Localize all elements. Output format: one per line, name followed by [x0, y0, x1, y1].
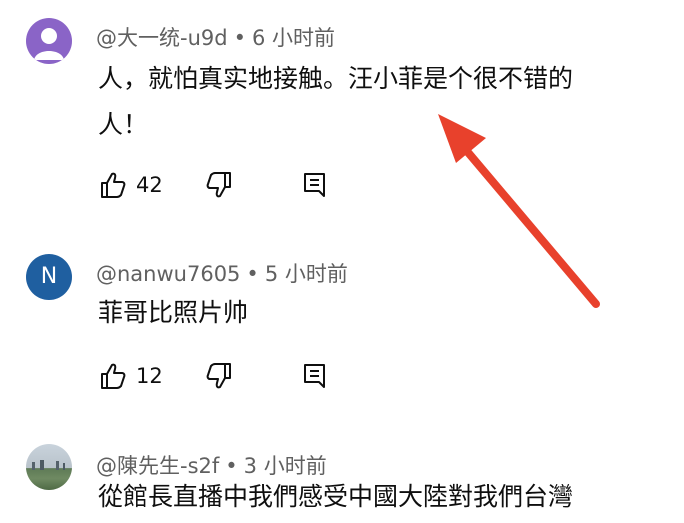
thumbs-down-icon — [206, 363, 231, 389]
comment-3: @陳先生-s2f • 3 小时前 從館長直播中我們感受中國大陸對我們台灣 — [0, 430, 684, 523]
comment-header: @大一统-u9d • 6 小时前 — [96, 22, 335, 52]
comment-text-line: 從館長直播中我們感受中國大陸對我們台灣 — [98, 482, 574, 511]
comment-text: 菲哥比照片帅 — [98, 290, 248, 336]
reply-comment-icon — [304, 364, 325, 388]
avatar[interactable] — [26, 444, 72, 490]
like-count: 12 — [136, 364, 163, 388]
separator-dot: • — [233, 26, 246, 50]
comment-author[interactable]: @大一统-u9d — [96, 26, 228, 50]
comment-header: @nanwu7605 • 5 小时前 — [96, 258, 348, 288]
comment-text: 人，就怕真实地接触。汪小菲是个很不错的 人！ — [98, 56, 573, 148]
comment-1: @大一统-u9d • 6 小时前 人，就怕真实地接触。汪小菲是个很不错的 人！ 42 — [0, 0, 684, 230]
comment-text: 從館長直播中我們感受中國大陸對我們台灣 — [98, 474, 573, 520]
landscape-photo-avatar — [32, 460, 65, 470]
dislike-button[interactable] — [204, 361, 234, 391]
like-button[interactable]: 12 — [98, 361, 163, 391]
comment-text-line: 人，就怕真实地接触。汪小菲是个很不错的 — [98, 64, 574, 93]
dislike-button[interactable] — [204, 170, 234, 200]
thumbs-up-icon — [101, 172, 126, 198]
avatar[interactable] — [26, 18, 72, 64]
separator-dot: • — [246, 262, 259, 286]
thumbs-down-icon — [206, 172, 231, 198]
avatar-letter: N — [40, 264, 58, 289]
comment-2: N @nanwu7605 • 5 小时前 菲哥比照片帅 12 — [0, 230, 684, 430]
comment-text-line: 菲哥比照片帅 — [98, 298, 249, 327]
like-count: 42 — [136, 173, 163, 197]
like-button[interactable]: 42 — [98, 170, 163, 200]
person-silhouette-icon — [34, 28, 64, 60]
reply-comment-icon — [304, 173, 325, 197]
reply-button[interactable] — [300, 361, 330, 391]
comment-time[interactable]: 6 小时前 — [252, 26, 335, 50]
comment-time[interactable]: 5 小时前 — [265, 262, 348, 286]
comment-text-line: 人！ — [98, 110, 149, 139]
comment-author[interactable]: @nanwu7605 — [96, 262, 240, 286]
avatar[interactable]: N — [26, 254, 72, 300]
thumbs-up-icon — [101, 363, 126, 389]
reply-button[interactable] — [300, 170, 330, 200]
